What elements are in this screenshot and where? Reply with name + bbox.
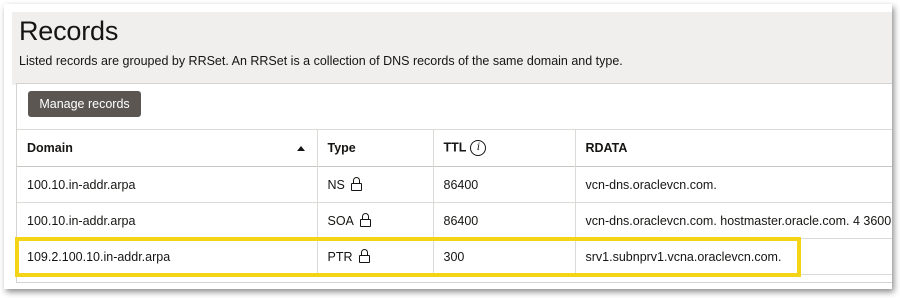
- records-table: Domain Type TTL i RDATA 100.10.in-addr.a…: [17, 129, 892, 275]
- lock-icon: [358, 249, 370, 263]
- lock-icon: [350, 177, 362, 191]
- table-row[interactable]: 100.10.in-addr.arpa NS 86400 vcn-dns.ora…: [17, 166, 892, 203]
- column-header-rdata[interactable]: RDATA: [575, 130, 892, 167]
- column-header-rdata-label: RDATA: [585, 141, 628, 155]
- table-header-row: Domain Type TTL i RDATA: [17, 129, 892, 167]
- column-header-type[interactable]: Type: [317, 129, 434, 167]
- cell-type-label: SOA: [327, 214, 354, 228]
- cell-domain: 100.10.in-addr.arpa: [17, 166, 318, 203]
- info-icon[interactable]: i: [470, 140, 487, 156]
- cell-domain: 100.10.in-addr.arpa: [17, 202, 318, 239]
- records-panel: Records Listed records are grouped by RR…: [4, 4, 892, 289]
- column-header-type-label: Type: [327, 141, 356, 155]
- table-toolbar: Manage records: [17, 84, 892, 129]
- cell-type: SOA: [317, 202, 434, 239]
- manage-records-button[interactable]: Manage records: [28, 91, 141, 117]
- records-table-card: Manage records Domain Type TTL i RDATA 1…: [16, 83, 892, 283]
- records-header: Records Listed records are grouped by RR…: [12, 12, 892, 85]
- cell-ttl: 86400: [433, 166, 576, 203]
- column-header-ttl-label: TTL: [443, 140, 467, 155]
- column-header-domain[interactable]: Domain: [17, 129, 318, 167]
- sort-ascending-icon[interactable]: [296, 146, 305, 151]
- page-description: Listed records are grouped by RRSet. An …: [19, 54, 623, 68]
- cell-rdata: vcn-dns.oraclevcn.com. hostmaster.oracle…: [585, 213, 892, 228]
- page-title: Records: [19, 16, 119, 46]
- table-row[interactable]: 100.10.in-addr.arpa SOA 86400 vcn-dns.or…: [17, 202, 892, 239]
- cell-rdata: vcn-dns.oraclevcn.com.: [585, 177, 717, 192]
- column-header-domain-label: Domain: [27, 141, 73, 155]
- table-row[interactable]: 109.2.100.10.in-addr.arpa PTR 300 srv1.s…: [17, 238, 892, 275]
- cell-type-label: NS: [327, 178, 345, 192]
- cell-type-label: PTR: [327, 250, 353, 264]
- column-header-ttl[interactable]: TTL i: [433, 129, 576, 167]
- cell-ttl: 86400: [433, 202, 576, 239]
- cell-type: PTR: [317, 238, 434, 275]
- lock-icon: [359, 213, 371, 227]
- cell-domain: 109.2.100.10.in-addr.arpa: [17, 238, 318, 275]
- cell-type: NS: [317, 166, 434, 203]
- cell-rdata: srv1.subnprv1.vcna.oraclevcn.com.: [585, 249, 782, 264]
- cell-ttl: 300: [433, 238, 576, 275]
